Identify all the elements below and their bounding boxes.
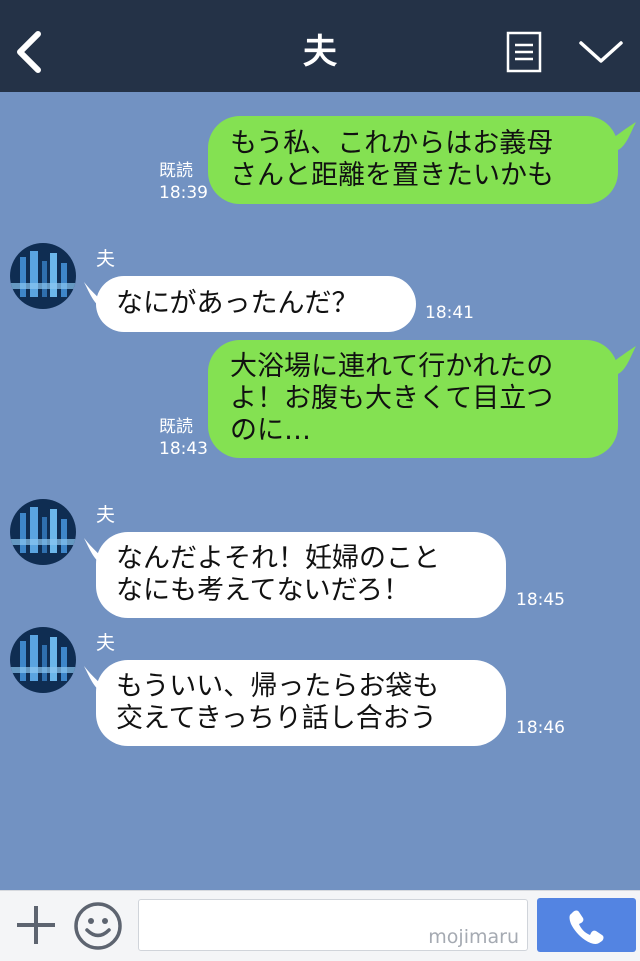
watermark: mojimaru [428,926,519,948]
message-line: もう私、これからはお義母 [230,128,554,159]
message-line: もういい、帰ったらお袋も [116,671,440,702]
list-icon [506,31,542,73]
sender-name: 夫 [96,504,116,526]
message-line: 交えてきっちり話し合おう [116,703,437,734]
message-time: 18:46 [516,718,565,738]
chevron-down-icon [579,41,623,63]
message-bubble[interactable]: なにがあったんだ？ [96,276,416,332]
input-bar: mojimaru [0,890,640,961]
message-line: のに… [230,415,311,446]
sticker-button[interactable] [73,901,123,951]
avatar[interactable] [10,627,76,693]
chat-area[interactable]: 既読 18:39 もう私、これからはお義母 さんと距離を置きたいかも 夫 なにが… [0,92,640,890]
avatar-image [10,499,76,565]
plus-icon [17,906,55,944]
chat-header: 夫 [0,0,640,92]
message-time: 18:43 [159,439,208,459]
sender-name: 夫 [96,248,116,270]
message-line: よ！お腹も大きくて目立つ [230,383,554,414]
avatar-image [10,243,76,309]
message-bubble[interactable]: もう私、これからはお義母 さんと距離を置きたいかも [208,116,618,204]
plus-button[interactable] [14,903,58,947]
avatar-image [10,627,76,693]
message-line: なにがあったんだ？ [116,288,359,319]
message-line: なんだよそれ！妊婦のこと [116,543,440,574]
message-line: なにも考えてないだろ！ [116,575,411,606]
message-line: さんと距離を置きたいかも [230,160,554,191]
expand-button[interactable] [578,36,624,68]
call-button[interactable] [537,898,636,952]
message-time: 18:39 [159,183,208,203]
chat-title: 夫 [303,32,337,72]
avatar[interactable] [10,243,76,309]
message-time: 18:41 [425,303,474,323]
avatar[interactable] [10,499,76,565]
sender-name: 夫 [96,632,116,654]
read-receipt: 既読 [159,417,193,437]
message-bubble[interactable]: 大浴場に連れて行かれたの よ！お腹も大きくて目立つ のに… [208,340,618,458]
message-time: 18:45 [516,590,565,610]
message-bubble[interactable]: もういい、帰ったらお袋も 交えてきっちり話し合おう [96,660,506,746]
read-receipt: 既読 [159,161,193,181]
message-line: 大浴場に連れて行かれたの [230,351,554,382]
smiley-icon [74,902,122,950]
phone-icon [569,910,604,944]
message-bubble[interactable]: なんだよそれ！妊婦のこと なにも考えてないだろ！ [96,532,506,618]
menu-button[interactable] [506,31,542,73]
message-input[interactable]: mojimaru [138,899,528,951]
